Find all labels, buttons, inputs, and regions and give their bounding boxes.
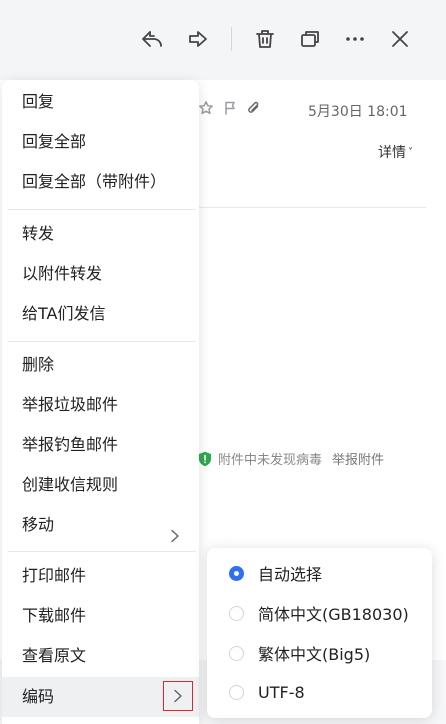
menu-item-move-label: 移动: [22, 515, 55, 534]
encoding-option-label: 繁体中文(Big5): [258, 645, 371, 664]
menu-item-encoding[interactable]: 编码: [2, 677, 199, 717]
virus-status-text: 附件中未发现病毒: [218, 453, 323, 468]
menu-divider: [8, 551, 196, 552]
menu-item-report-phishing[interactable]: 举报钓鱼邮件: [2, 425, 199, 465]
attachment-icon[interactable]: [246, 100, 262, 116]
mail-date: 5月30日 18:01: [308, 104, 408, 120]
menu-divider: [8, 341, 196, 342]
detail-label: 详情: [378, 145, 406, 161]
menu-item-move[interactable]: 移动: [2, 505, 199, 545]
chevron-down-icon: ˅: [408, 146, 413, 158]
menu-item-reply-all[interactable]: 回复全部: [2, 122, 199, 162]
toolbar-divider: [231, 27, 232, 51]
menu-item-report-spam[interactable]: 举报垃圾邮件: [2, 385, 199, 425]
window-icon[interactable]: [295, 24, 325, 54]
menu-item-reply[interactable]: 回复: [2, 82, 199, 122]
menu-item-forward[interactable]: 转发: [2, 214, 199, 254]
menu-item-send-to-them[interactable]: 给TA们发信: [2, 294, 199, 334]
encoding-option-auto[interactable]: 自动选择: [207, 553, 432, 593]
encoding-submenu: 自动选择 简体中文(GB18030) 繁体中文(Big5) UTF-8: [207, 548, 432, 718]
shield-check-icon: [199, 451, 211, 466]
menu-item-delete[interactable]: 删除: [2, 345, 199, 385]
mail-toolbar: [0, 0, 446, 80]
more-icon[interactable]: [340, 24, 370, 54]
radio-icon[interactable]: [229, 684, 244, 700]
trash-icon[interactable]: [250, 24, 280, 54]
encoding-option-label: 自动选择: [258, 565, 323, 584]
encoding-option-big5[interactable]: 繁体中文(Big5): [207, 633, 432, 673]
menu-item-create-rule[interactable]: 创建收信规则: [2, 465, 199, 505]
mail-divider: [198, 207, 426, 208]
encoding-option-label: 简体中文(GB18030): [258, 605, 409, 624]
report-attachment-link[interactable]: 举报附件: [332, 449, 384, 468]
menu-item-encoding-label: 编码: [22, 687, 55, 706]
menu-item-reply-all-with-attachments[interactable]: 回复全部（带附件）: [2, 162, 199, 202]
chevron-right-icon[interactable]: [163, 681, 193, 711]
menu-item-download[interactable]: 下载邮件: [2, 596, 199, 636]
encoding-option-gb18030[interactable]: 简体中文(GB18030): [207, 593, 432, 633]
detail-link[interactable]: 详情 ˅: [378, 142, 413, 162]
encoding-option-utf8[interactable]: UTF-8: [207, 672, 432, 712]
context-menu: 回复 回复全部 回复全部（带附件） 转发 以附件转发 给TA们发信 删除 举报垃…: [2, 80, 199, 724]
menu-item-print[interactable]: 打印邮件: [2, 556, 199, 596]
menu-item-view-source[interactable]: 查看原文: [2, 636, 199, 676]
chevron-right-icon: [169, 518, 181, 543]
reply-icon[interactable]: [137, 24, 167, 54]
mail-meta-icons: [198, 100, 262, 116]
radio-icon[interactable]: [229, 645, 244, 661]
close-icon[interactable]: [385, 24, 415, 54]
star-icon[interactable]: [198, 100, 214, 116]
forward-icon[interactable]: [182, 24, 212, 54]
encoding-option-label: UTF-8: [258, 682, 305, 702]
menu-divider: [8, 209, 196, 210]
virus-scan-row: 附件中未发现病毒 举报附件: [198, 449, 384, 468]
menu-item-forward-as-attachment[interactable]: 以附件转发: [2, 254, 199, 294]
radio-icon[interactable]: [229, 605, 244, 621]
flag-icon[interactable]: [222, 100, 238, 116]
radio-checked-icon[interactable]: [229, 565, 244, 581]
